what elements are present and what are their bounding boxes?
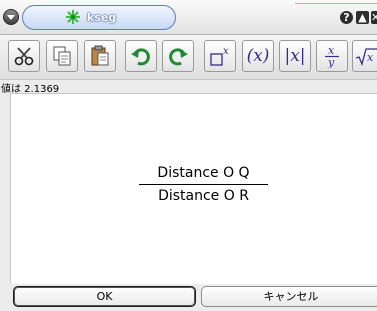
title-bar[interactable]: kseg ? ▲ ✕ [0, 0, 377, 35]
absolute-value-button[interactable]: |x| [279, 40, 311, 72]
dialog-window: kseg ? ▲ ✕ x (x) |x| x y x 値は 2.1369 Dis… [0, 0, 377, 311]
paste-icon [91, 45, 109, 66]
close-button[interactable]: ✕ [371, 11, 377, 24]
maximize-button[interactable]: ▲ [356, 11, 369, 24]
title-pill[interactable]: kseg [22, 5, 176, 30]
title-accent-line [295, 3, 377, 4]
undo-button[interactable] [125, 40, 157, 72]
fraction-denominator[interactable]: Distance O R [139, 187, 268, 206]
absolute-value-icon: |x| [284, 46, 306, 66]
button-bar: OK キャンセル [0, 284, 377, 311]
svg-text:x: x [223, 46, 229, 57]
expression-fraction[interactable]: Distance O Q Distance O R [139, 164, 268, 206]
copy-button[interactable] [46, 40, 78, 72]
square-root-icon: x [355, 48, 377, 66]
expression-editor[interactable]: Distance O Q Distance O R [10, 93, 377, 284]
parentheses-icon: (x) [246, 46, 270, 66]
redo-icon [169, 48, 188, 66]
paste-button[interactable] [84, 40, 116, 72]
window-title: kseg [87, 11, 117, 24]
fraction-numerator[interactable]: Distance O Q [139, 164, 268, 183]
help-button[interactable]: ? [340, 11, 353, 24]
redo-button[interactable] [162, 40, 194, 72]
superscript-button[interactable]: x [204, 40, 236, 72]
fraction-button[interactable]: x y [316, 40, 348, 72]
svg-text:y: y [327, 56, 335, 68]
window-menu-button[interactable] [3, 9, 19, 25]
cancel-button[interactable]: キャンセル [201, 286, 377, 307]
svg-text:x: x [367, 51, 374, 64]
square-root-button[interactable]: x [352, 40, 377, 72]
fraction-bar [139, 184, 268, 185]
scissors-icon [14, 47, 34, 66]
ok-button[interactable]: OK [13, 286, 196, 307]
toolbar: x (x) |x| x y x [0, 35, 377, 80]
cut-button[interactable] [8, 40, 40, 72]
kseg-app-icon [66, 10, 80, 24]
copy-icon [53, 46, 71, 66]
superscript-icon: x [210, 46, 229, 66]
parentheses-button[interactable]: (x) [242, 40, 274, 72]
fraction-icon: x y [325, 44, 339, 68]
undo-icon [131, 48, 150, 66]
